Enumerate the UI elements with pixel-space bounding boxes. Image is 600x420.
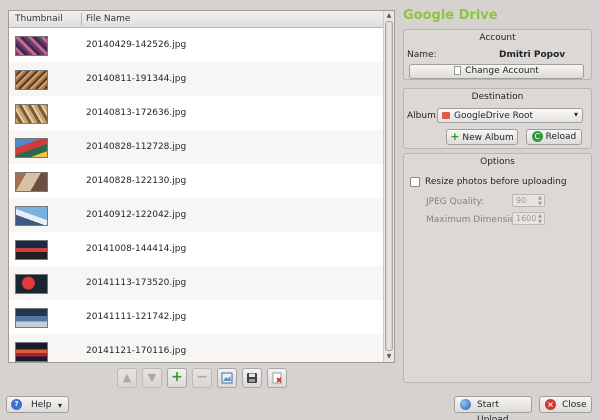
image-thumbnail — [15, 274, 48, 294]
scroll-down-arrow-icon[interactable]: ▼ — [384, 352, 394, 362]
plus-icon: + — [171, 369, 183, 385]
image-thumbnail — [15, 172, 48, 192]
add-images-button[interactable]: + — [167, 368, 187, 388]
destination-group: Destination Album: GoogleDrive Root ▾ + … — [403, 88, 592, 149]
jpeg-quality-value: 90 — [516, 196, 527, 205]
file-name: 20141008-144414.jpg — [86, 244, 187, 254]
column-divider[interactable] — [81, 13, 82, 26]
column-header-file-name[interactable]: File Name — [86, 14, 130, 24]
max-dimension-value: 1600 — [516, 214, 537, 223]
file-rows: 20140429-142526.jpg 20140811-191344.jpg 20… — [9, 28, 383, 362]
spin-arrows-icon: ▲ ▼ — [538, 213, 542, 225]
vertical-scrollbar[interactable]: ▲ ▼ — [383, 11, 394, 362]
image-icon — [221, 372, 233, 384]
document-edit-icon — [454, 66, 462, 75]
file-name: 20140828-112728.jpg — [86, 142, 187, 152]
name-label: Name: — [407, 50, 437, 60]
file-row[interactable]: 20140813-172636.jpg — [9, 96, 383, 130]
album-label: Album: — [407, 111, 439, 121]
account-group: Account Name: Dmitri Popov Change Accoun… — [403, 29, 592, 80]
image-thumbnail — [15, 206, 48, 226]
new-album-button[interactable]: + New Album — [446, 129, 518, 145]
album-select-value: GoogleDrive Root — [454, 111, 533, 121]
scrollbar-thumb[interactable] — [385, 21, 393, 351]
help-label: Help — [31, 400, 52, 410]
jpeg-quality-spinbox[interactable]: 90 ▲ ▼ — [512, 194, 545, 207]
image-thumbnail — [15, 342, 48, 362]
max-dimension-label: Maximum Dimension: — [426, 215, 525, 225]
start-upload-label: Start Upload — [477, 400, 509, 420]
max-dimension-spinbox[interactable]: 1600 ▲ ▼ — [512, 212, 545, 225]
reload-button[interactable]: C Reload — [526, 129, 582, 145]
jpeg-quality-label: JPEG Quality: — [426, 197, 485, 207]
document-clear-icon — [272, 372, 282, 384]
image-thumbnail — [15, 70, 48, 90]
chevron-down-icon: ▾ — [58, 401, 63, 410]
plus-icon: + — [450, 130, 460, 143]
scroll-up-arrow-icon[interactable]: ▲ — [384, 11, 394, 21]
close-icon: × — [545, 399, 556, 410]
file-name: 20140811-191344.jpg — [86, 74, 187, 84]
close-button[interactable]: × Close — [539, 396, 592, 413]
help-button[interactable]: ? Help ▾ — [6, 396, 69, 413]
save-list-button[interactable] — [242, 368, 262, 388]
file-row[interactable]: 20140912-122042.jpg — [9, 198, 383, 232]
file-name: 20141121-170116.jpg — [86, 346, 187, 356]
image-properties-button[interactable] — [217, 368, 237, 388]
arrow-up-icon: ▲ — [122, 371, 132, 384]
service-title: Google Drive — [403, 8, 498, 23]
change-account-label: Change Account — [465, 66, 539, 76]
file-row[interactable]: 20141111-121742.jpg — [9, 300, 383, 334]
remove-images-button[interactable]: − — [192, 368, 212, 388]
move-down-button[interactable]: ▼ — [142, 368, 162, 388]
file-row[interactable]: 20140828-112728.jpg — [9, 130, 383, 164]
folder-icon — [442, 112, 450, 119]
file-name: 20140912-122042.jpg — [86, 210, 187, 220]
resize-checkbox[interactable] — [410, 177, 420, 187]
account-group-title: Account — [479, 33, 516, 43]
reload-icon: C — [531, 131, 543, 142]
list-header: Thumbnail File Name — [9, 11, 383, 28]
start-upload-button[interactable]: Start Upload — [454, 396, 532, 420]
close-label: Close — [562, 400, 587, 410]
spin-arrows-icon: ▲ ▼ — [538, 195, 542, 207]
file-row[interactable]: 20141121-170116.jpg — [9, 334, 383, 362]
new-album-label: New Album — [462, 133, 514, 143]
file-row[interactable]: 20140811-191344.jpg — [9, 62, 383, 96]
clear-list-button[interactable] — [267, 368, 287, 388]
file-row[interactable]: 20140828-122130.jpg — [9, 164, 383, 198]
file-row[interactable]: 20140429-142526.jpg — [9, 28, 383, 62]
file-name: 20140429-142526.jpg — [86, 40, 187, 50]
image-thumbnail — [15, 308, 48, 328]
file-name: 20140828-122130.jpg — [86, 176, 187, 186]
album-select[interactable]: GoogleDrive Root ▾ — [437, 108, 583, 123]
image-thumbnail — [15, 104, 48, 124]
column-header-thumbnail[interactable]: Thumbnail — [15, 14, 63, 24]
file-name: 20140813-172636.jpg — [86, 108, 187, 118]
chevron-down-icon: ▾ — [573, 110, 578, 119]
image-thumbnail — [15, 36, 48, 56]
arrow-down-icon: ▼ — [147, 371, 157, 384]
file-name: 20141111-121742.jpg — [86, 312, 187, 322]
globe-upload-icon — [460, 399, 471, 410]
help-icon: ? — [11, 399, 22, 410]
options-group-title: Options — [480, 157, 515, 167]
file-row[interactable]: 20141113-173520.jpg — [9, 266, 383, 300]
resize-photos-label[interactable]: Resize photos before uploading — [425, 177, 567, 187]
move-up-button[interactable]: ▲ — [117, 368, 137, 388]
image-thumbnail — [15, 138, 48, 158]
minus-icon: − — [196, 369, 208, 385]
image-thumbnail — [15, 240, 48, 260]
change-account-button[interactable]: Change Account — [409, 64, 584, 79]
file-row[interactable]: 20141008-144414.jpg — [9, 232, 383, 266]
file-list[interactable]: Thumbnail File Name 20140429-142526.jpg 2… — [8, 10, 395, 363]
floppy-disk-icon — [247, 373, 257, 383]
destination-group-title: Destination — [471, 92, 524, 102]
account-name-value: Dmitri Popov — [499, 50, 566, 60]
options-group: Options Resize photos before uploading J… — [403, 153, 592, 383]
file-name: 20141113-173520.jpg — [86, 278, 187, 288]
reload-label: Reload — [545, 132, 577, 142]
